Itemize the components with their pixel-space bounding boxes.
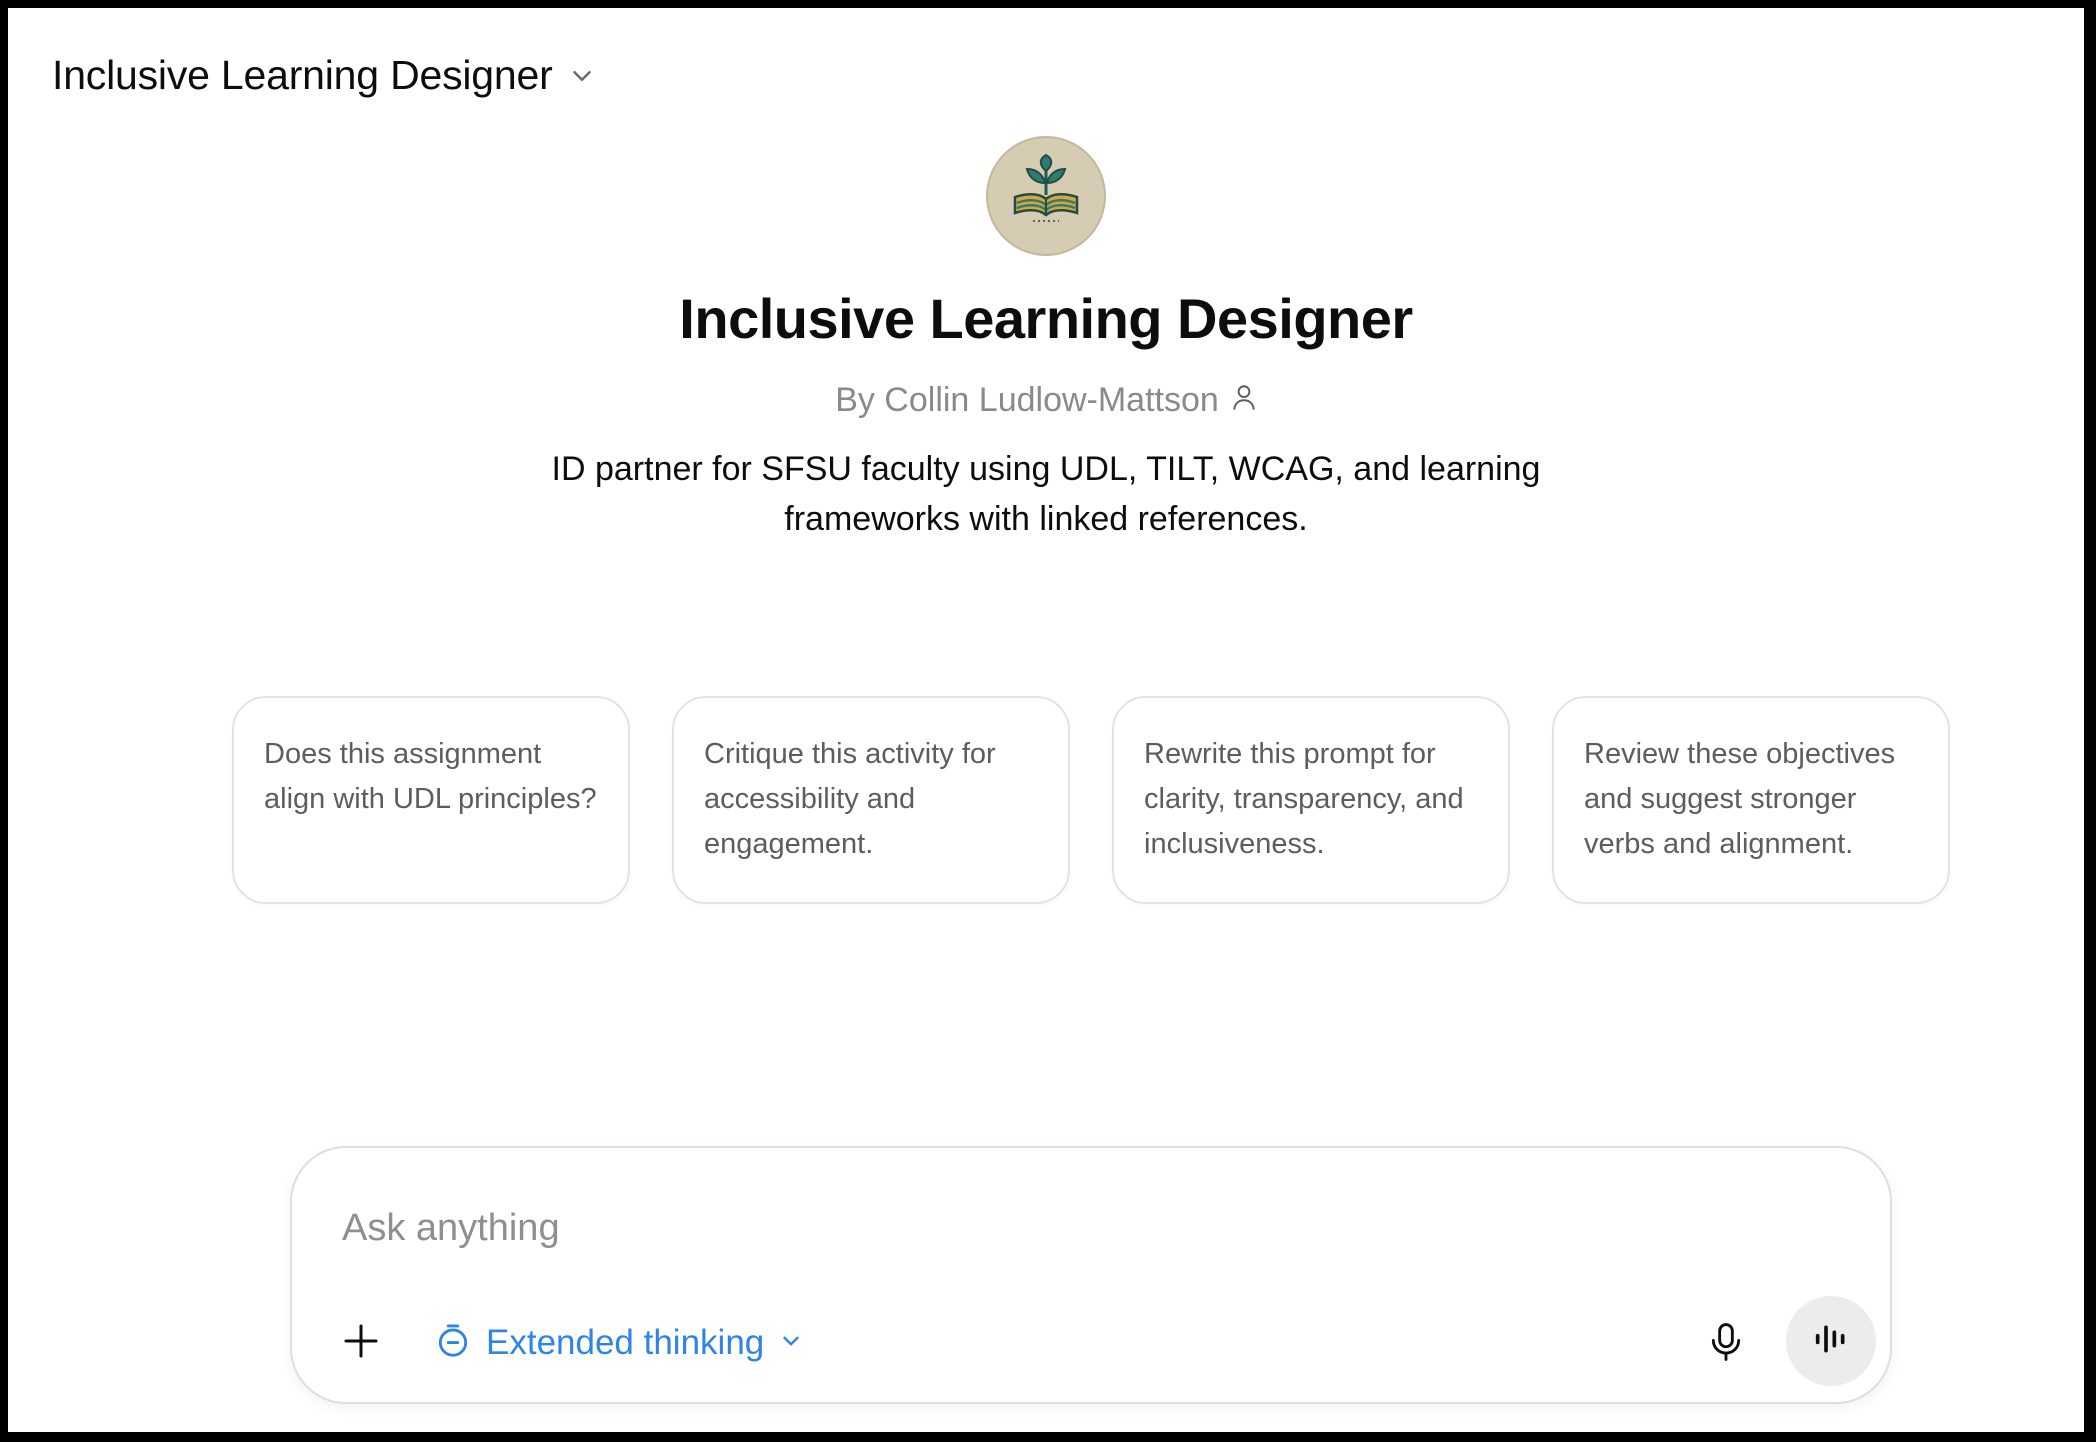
- microphone-icon: [1707, 1321, 1745, 1368]
- starter-card[interactable]: Review these objectives and suggest stro…: [1552, 696, 1950, 904]
- add-attachment-button[interactable]: [338, 1320, 384, 1366]
- sprout-book-logo-icon: [1003, 151, 1089, 242]
- plus-icon: [341, 1321, 381, 1366]
- starter-card[interactable]: Rewrite this prompt for clarity, transpa…: [1112, 696, 1510, 904]
- chevron-down-icon: [778, 1328, 804, 1359]
- gpt-selector[interactable]: Inclusive Learning Designer: [52, 52, 597, 99]
- person-icon: [1231, 381, 1257, 420]
- gpt-hero: Inclusive Learning Designer By Collin Lu…: [8, 136, 2084, 544]
- starter-card[interactable]: Critique this activity for accessibility…: [672, 696, 1070, 904]
- starter-card[interactable]: Does this assignment align with UDL prin…: [232, 696, 630, 904]
- dictate-button[interactable]: [1698, 1316, 1754, 1372]
- voice-waveform-icon: [1811, 1322, 1851, 1361]
- voice-mode-button[interactable]: [1786, 1296, 1876, 1386]
- thinking-mode-button[interactable]: Extended thinking: [434, 1316, 804, 1370]
- gpt-author[interactable]: By Collin Ludlow-Mattson: [8, 381, 2084, 420]
- gpt-title: Inclusive Learning Designer: [679, 287, 1413, 350]
- conversation-starters: Does this assignment align with UDL prin…: [232, 696, 1950, 904]
- app-window: Inclusive Learning Designer Inclusive Le…: [8, 8, 2084, 1432]
- prompt-input[interactable]: [342, 1198, 1742, 1258]
- gpt-avatar: [986, 136, 1106, 256]
- gpt-selector-title: Inclusive Learning Designer: [52, 52, 553, 98]
- timer-icon: [434, 1322, 472, 1365]
- author-label: By Collin Ludlow-Mattson: [835, 381, 1219, 419]
- chevron-down-icon: [567, 61, 597, 91]
- composer: Extended thinking: [290, 1146, 1892, 1404]
- gpt-description: ID partner for SFSU faculty using UDL, T…: [551, 450, 1541, 538]
- thinking-mode-label: Extended thinking: [486, 1323, 765, 1362]
